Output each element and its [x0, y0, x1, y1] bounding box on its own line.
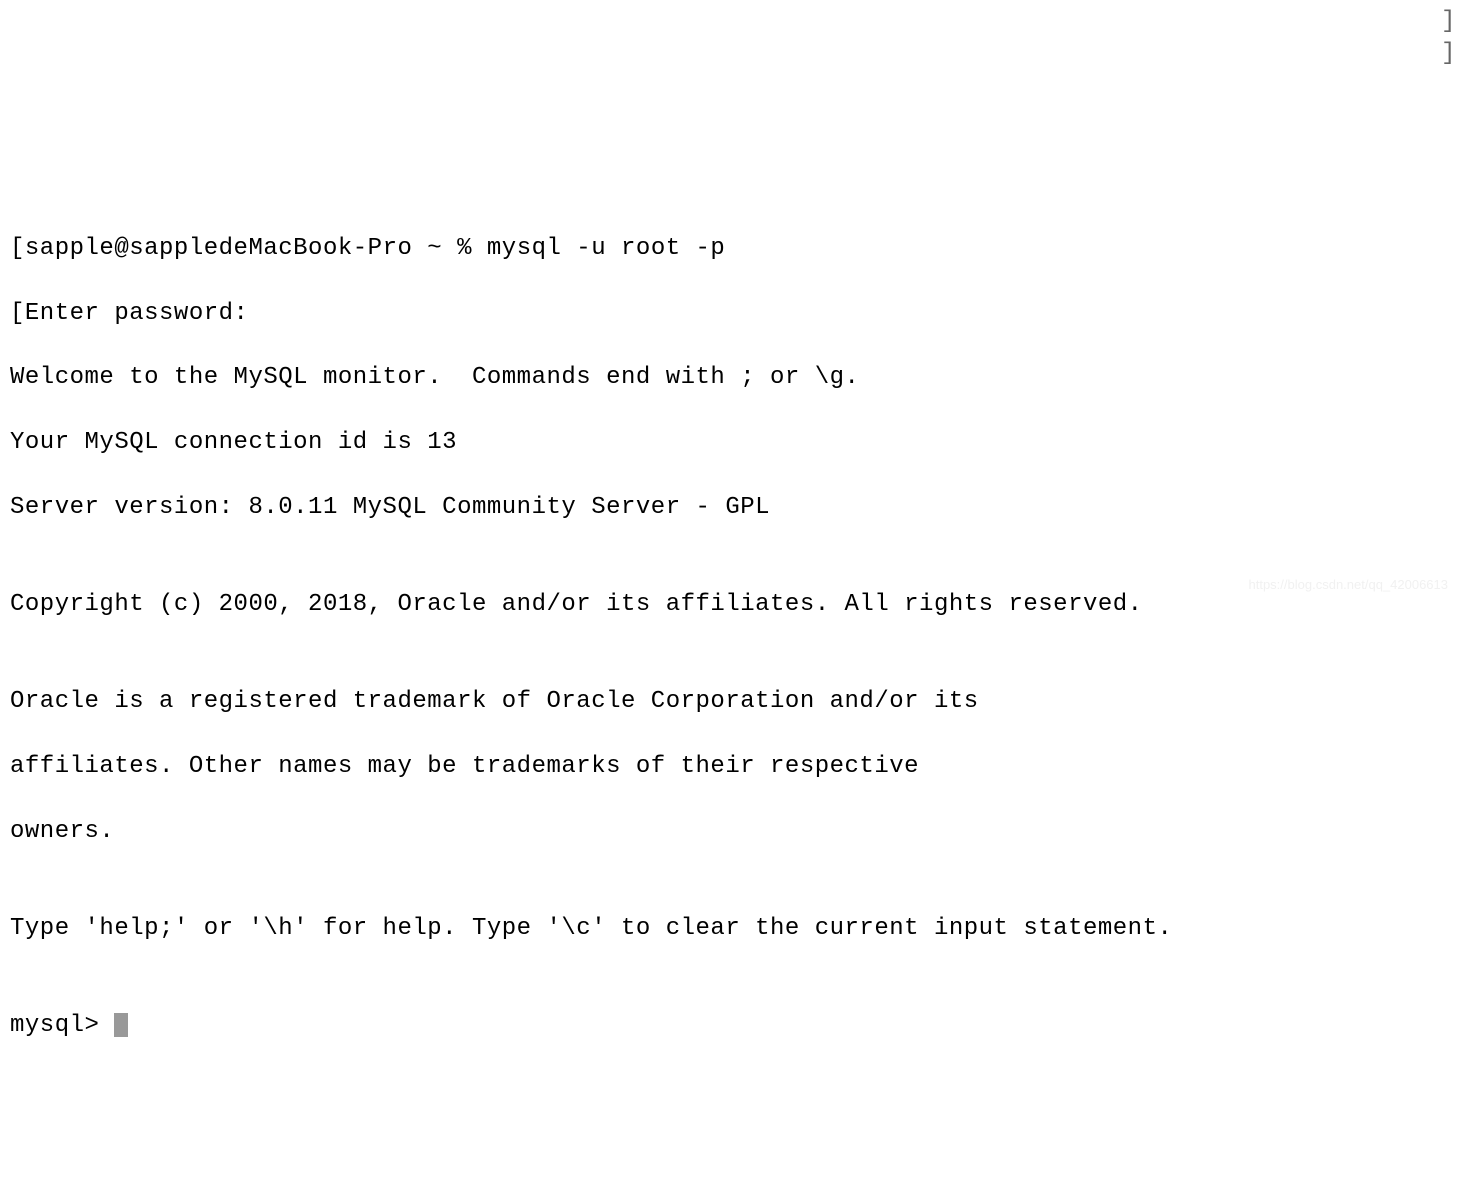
- terminal-output: Copyright (c) 2000, 2018, Oracle and/or …: [10, 589, 1452, 621]
- mysql-prompt: mysql>: [10, 1012, 114, 1039]
- cursor-icon: [114, 1013, 128, 1037]
- terminal-output: owners.: [10, 816, 1452, 848]
- terminal-output: Server version: 8.0.11 MySQL Community S…: [10, 492, 1452, 524]
- watermark-text: https://blog.csdn.net/qq_42006613: [1249, 576, 1449, 594]
- mysql-prompt-line[interactable]: mysql>: [10, 1010, 1452, 1042]
- terminal-output: Your MySQL connection id is 13: [10, 427, 1452, 459]
- right-bracket-icon: ]: [1441, 6, 1456, 38]
- terminal-output: affiliates. Other names may be trademark…: [10, 751, 1452, 783]
- terminal-output: Welcome to the MySQL monitor. Commands e…: [10, 362, 1452, 394]
- right-bracket-icon: ]: [1441, 38, 1456, 70]
- terminal-output: Oracle is a registered trademark of Orac…: [10, 686, 1452, 718]
- terminal-line-password: [Enter password:: [10, 298, 1452, 330]
- shell-prompt: sapple@sappledeMacBook-Pro ~ %: [25, 235, 487, 262]
- bracket-open-icon: [: [10, 235, 25, 262]
- bracket-open-icon: [: [10, 300, 25, 327]
- command-text[interactable]: mysql -u root -p: [487, 235, 725, 262]
- terminal-line-command: [sapple@sappledeMacBook-Pro ~ % mysql -u…: [10, 233, 1452, 265]
- terminal-output: Type 'help;' or '\h' for help. Type '\c'…: [10, 913, 1452, 945]
- password-prompt[interactable]: Enter password:: [25, 300, 263, 327]
